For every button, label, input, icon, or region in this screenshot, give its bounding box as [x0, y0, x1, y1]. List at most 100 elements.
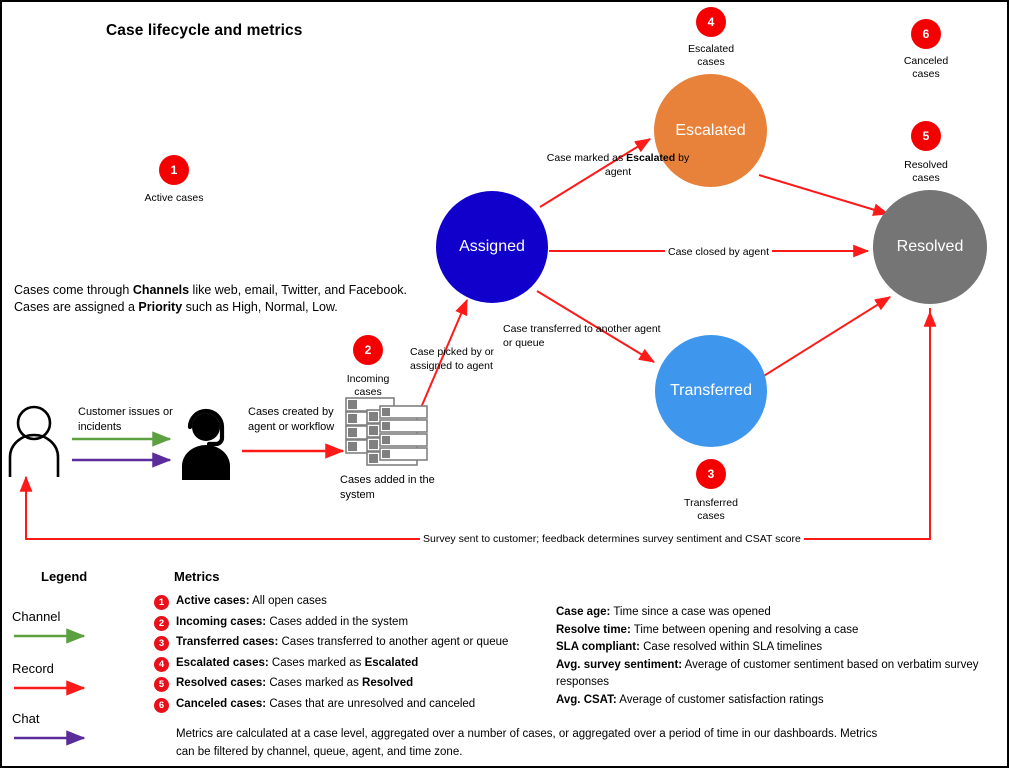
metric-item-transferred-cases: 3 Transferred cases: Cases transferred t…: [154, 635, 544, 651]
legend-item-chat: Chat: [12, 711, 40, 726]
marker-transferred-cases-caption-line2: cases: [697, 510, 725, 522]
metric-desc-6: Cases that are unresolved and canceled: [266, 697, 476, 710]
marker-escalated-cases-caption-line2: cases: [697, 56, 725, 68]
edge-label-escalated-a: Case marked as: [546, 152, 627, 164]
intro-line1-a: Cases come through: [14, 283, 133, 297]
definition-desc-avg-csat: Average of customer satisfaction ratings: [616, 693, 824, 706]
marker-canceled-cases[interactable]: 6: [911, 19, 941, 49]
flow-label-customer-issues-line1: Customer issues or: [78, 406, 173, 418]
metric-item-incoming-cases: 2 Incoming cases: Cases added in the sys…: [154, 615, 544, 631]
flow-label-cases-added-line1: Cases added in the: [340, 474, 435, 486]
edge-label-escalated-term: Escalated: [626, 152, 676, 164]
intro-text: Cases come through Channels like web, em…: [14, 282, 407, 316]
edge-escalated-to-resolved: [758, 174, 890, 216]
marker-active-cases-caption-line1: Active cases: [144, 192, 204, 204]
marker-incoming-cases-caption-line1: Incoming: [346, 373, 390, 385]
marker-resolved-cases-number: 5: [922, 129, 930, 143]
definition-term-sla-compliant: SLA compliant:: [556, 641, 640, 653]
marker-transferred-cases-caption-line1: Transferred: [684, 497, 738, 509]
node-transferred[interactable]: Transferred: [655, 335, 767, 447]
definition-resolve-time: Resolve time: Time between opening and r…: [556, 622, 1006, 640]
metrics-title: Metrics: [174, 569, 220, 584]
metric-desc-5: Cases marked as: [266, 677, 363, 689]
metric-desc-2: Cases added in the system: [266, 615, 409, 628]
marker-transferred-cases[interactable]: 3: [696, 459, 726, 489]
metric-text-3: Transferred cases: Cases transferred to …: [176, 635, 508, 650]
definitions-list: Case age: Time since a case was opened R…: [556, 604, 1006, 709]
marker-escalated-cases-caption: Escalated cases: [666, 43, 756, 69]
metric-term-3: Transferred cases:: [176, 636, 279, 648]
definition-avg-csat: Avg. CSAT: Average of customer satisfact…: [556, 692, 1006, 710]
metric-bullet-4: 4: [154, 656, 169, 672]
node-escalated-label: Escalated: [675, 121, 746, 139]
metric-text-5: Resolved cases: Cases marked as Resolved: [176, 676, 413, 691]
metric-desc-bold-5: Resolved: [362, 677, 414, 689]
intro-priority-term: Priority: [138, 300, 183, 314]
definition-desc-resolve-time: Time between opening and resolving a cas…: [630, 623, 859, 636]
marker-incoming-cases-caption-line2: cases: [354, 386, 382, 398]
intro-line1-c: like web, email, Twitter, and Facebook.: [189, 283, 408, 297]
metrics-note-line1: Metrics are calculated at a case level, …: [176, 728, 878, 740]
legend-item-channel: Channel: [12, 609, 61, 624]
metric-bullet-1: 1: [154, 595, 169, 610]
metrics-note: Metrics are calculated at a case level, …: [176, 725, 976, 761]
marker-escalated-cases-number: 4: [707, 15, 715, 29]
metric-text-1: Active cases: All open cases: [176, 594, 327, 609]
marker-active-cases[interactable]: 1: [159, 155, 189, 185]
intro-line2-a: Cases are assigned a: [14, 300, 139, 314]
metric-term-1: Active cases:: [176, 595, 250, 607]
node-assigned[interactable]: Assigned: [436, 191, 548, 303]
node-assigned-label: Assigned: [459, 238, 525, 255]
metric-desc-3: Cases transferred to another agent or qu…: [278, 636, 509, 648]
flow-label-cases-added-line2: system: [340, 489, 375, 501]
metric-term-5: Resolved cases:: [176, 677, 267, 689]
definition-desc-sla-compliant: Case resolved within SLA timelines: [639, 641, 823, 653]
customer-icon: [8, 405, 60, 477]
definition-avg-survey-sentiment-cont: responses: [556, 676, 610, 688]
edge-label-case-picked-line2: assigned to agent: [410, 359, 493, 372]
metric-bullet-6: 6: [154, 697, 169, 713]
flow-label-customer-issues: Customer issues or incidents: [78, 405, 208, 435]
marker-escalated-cases[interactable]: 4: [696, 7, 726, 37]
definition-avg-survey-sentiment: Avg. survey sentiment: Average of custom…: [556, 657, 1006, 675]
definition-desc-case-age: Time since a case was opened: [610, 606, 771, 618]
definition-case-age: Case age: Time since a case was opened: [556, 604, 1006, 622]
metric-term-4: Escalated cases:: [176, 656, 269, 669]
edge-label-case-picked: Case picked by or assigned to agent: [410, 346, 570, 373]
legend-title: Legend: [41, 569, 88, 584]
node-resolved-label: Resolved: [896, 238, 964, 255]
flow-label-cases-added: Cases added in the system: [340, 473, 470, 503]
intro-line2-c: such as High, Normal, Low.: [182, 300, 338, 314]
marker-escalated-cases-caption-line1: Escalated: [687, 43, 735, 55]
marker-incoming-cases-caption: Incoming cases: [323, 373, 413, 399]
marker-resolved-cases-caption: Resolved cases: [881, 159, 971, 185]
marker-resolved-cases[interactable]: 5: [911, 121, 941, 151]
node-transferred-label: Transferred: [669, 382, 753, 399]
metric-item-active-cases: 1 Active cases: All open cases: [154, 594, 544, 610]
metric-desc-bold-4: Escalated: [364, 656, 419, 669]
marker-canceled-cases-caption: Canceled cases: [881, 55, 971, 81]
intro-channels-term: Channels: [132, 283, 190, 297]
page-title: Case lifecycle and metrics: [106, 22, 303, 39]
marker-active-cases-caption: Active cases: [129, 192, 219, 205]
edge-label-escalated: Case marked as Escalated by agent: [518, 152, 718, 179]
flow-label-customer-issues-line2: incidents: [78, 421, 122, 433]
edge-label-case-picked-line1: Case picked by or: [410, 346, 495, 358]
definition-term-avg-survey-sentiment: Avg. survey sentiment:: [556, 658, 683, 671]
metric-desc-4: Cases marked as: [268, 656, 365, 669]
edge-label-escalated-c: by: [675, 152, 690, 164]
metric-item-escalated-cases: 4 Escalated cases: Cases marked as Escal…: [154, 656, 544, 672]
definition-term-resolve-time: Resolve time:: [556, 623, 631, 636]
marker-active-cases-number: 1: [170, 163, 178, 177]
metric-term-6: Canceled cases:: [176, 697, 267, 710]
metric-item-resolved-cases: 5 Resolved cases: Cases marked as Resolv…: [154, 676, 544, 692]
flow-label-cases-created-line1: Cases created by: [248, 406, 334, 418]
node-resolved[interactable]: Resolved: [873, 190, 987, 304]
metric-text-6: Canceled cases: Cases that are unresolve…: [176, 697, 475, 712]
definition-sla-compliant: SLA compliant: Case resolved within SLA …: [556, 639, 1006, 657]
legend-item-record: Record: [12, 661, 54, 676]
metrics-list: 1 Active cases: All open cases 2 Incomin…: [154, 594, 544, 717]
marker-incoming-cases-number: 2: [364, 343, 372, 357]
edge-label-transferred-line1: Case transferred to another agent: [503, 323, 661, 335]
marker-incoming-cases[interactable]: 2: [353, 335, 383, 365]
